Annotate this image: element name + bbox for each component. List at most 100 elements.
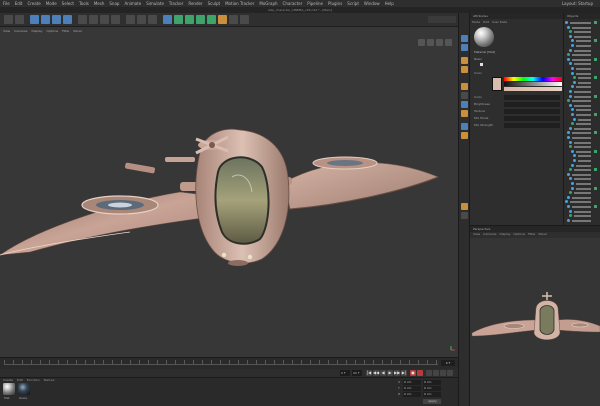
z-axis-icon[interactable] [100, 15, 109, 24]
position-x-field[interactable]: 0 cm [403, 380, 421, 385]
scale-tool-icon[interactable] [52, 15, 61, 24]
redo-icon[interactable] [15, 15, 24, 24]
goto-start-button[interactable]: |◀ [366, 370, 372, 376]
object-tree-row[interactable] [564, 117, 598, 122]
object-tree-row[interactable] [564, 126, 598, 131]
timeline-ruler[interactable] [4, 360, 438, 365]
object-tree-row[interactable] [564, 44, 598, 48]
menu-file[interactable]: File [3, 0, 10, 7]
color-spectrum[interactable] [504, 77, 562, 81]
current-frame-field[interactable]: 0 F [441, 360, 455, 366]
menu-plugins[interactable]: Plugins [328, 0, 342, 7]
object-tree-row[interactable] [564, 168, 598, 172]
object-tree-row[interactable] [564, 177, 598, 181]
brightness-gradient[interactable] [504, 82, 562, 86]
move-tool-icon[interactable] [41, 15, 50, 24]
object-tree-row[interactable] [564, 131, 598, 135]
object-tree-row[interactable] [564, 136, 598, 140]
size-y-field[interactable]: 0 cm [423, 386, 441, 391]
snap-icon[interactable] [461, 203, 468, 210]
menu-mode[interactable]: Mode [46, 0, 57, 7]
object-tree-row[interactable] [564, 205, 598, 209]
scale-icon[interactable] [461, 44, 468, 51]
material-swatch[interactable] [3, 383, 15, 395]
preview-menu-filter[interactable]: Filter [528, 232, 535, 236]
preview-menu-view[interactable]: View [473, 232, 480, 236]
material-menu-edit[interactable]: Edit [17, 378, 23, 382]
undo-icon[interactable] [4, 15, 13, 24]
material-tag-icon[interactable] [594, 113, 597, 116]
object-tree-row[interactable] [564, 48, 598, 53]
object-tree-row[interactable] [564, 108, 598, 112]
polygons-mode-icon[interactable] [461, 110, 468, 117]
coordinate-system-icon[interactable] [111, 15, 120, 24]
render-settings-icon[interactable] [148, 15, 157, 24]
object-tree-row[interactable] [564, 191, 598, 195]
texture-icon[interactable] [461, 132, 468, 139]
x-axis-icon[interactable] [78, 15, 87, 24]
cube-icon[interactable] [163, 15, 172, 24]
menu-mograph[interactable]: MoGraph [259, 0, 277, 7]
color-checkbox[interactable] [480, 63, 483, 66]
material-swatch[interactable] [18, 383, 30, 395]
object-tree-row[interactable] [564, 76, 598, 80]
main-viewport[interactable]: View Cameras Display Options Filter Panel [0, 27, 458, 357]
position-key-icon[interactable] [433, 370, 439, 376]
object-tree-row[interactable] [564, 57, 598, 62]
scale-key-icon[interactable] [440, 370, 446, 376]
object-tree-row[interactable] [564, 90, 598, 94]
model-mode-icon[interactable] [461, 83, 468, 90]
menu-snap[interactable]: Snap [109, 0, 119, 7]
pen-icon[interactable] [174, 15, 183, 24]
object-tree-row[interactable] [564, 186, 598, 191]
axis-icon[interactable] [461, 123, 468, 130]
material-tag-icon[interactable] [594, 21, 597, 24]
menu-motion-tracker[interactable]: Motion Tracker [225, 0, 254, 7]
autokey-button[interactable] [417, 370, 423, 376]
live-select-icon[interactable] [30, 15, 39, 24]
points-mode-icon[interactable] [461, 92, 468, 99]
rotate-icon[interactable] [461, 57, 468, 64]
menu-script[interactable]: Script [347, 0, 359, 7]
render-view-icon[interactable] [126, 15, 135, 24]
material-tag-icon[interactable] [594, 39, 597, 43]
material-tag-icon[interactable] [594, 94, 597, 98]
menu-tracker[interactable]: Tracker [169, 0, 183, 7]
attr-tab-edit[interactable]: Edit [483, 20, 489, 24]
y-axis-icon[interactable] [89, 15, 98, 24]
object-tree-row[interactable] [564, 172, 598, 177]
light-icon[interactable] [240, 15, 249, 24]
color-slider[interactable] [504, 87, 562, 91]
object-tree-row[interactable] [564, 53, 598, 57]
material-tag-icon[interactable] [594, 76, 597, 80]
position-y-field[interactable]: 0 cm [403, 386, 421, 391]
menu-pipeline[interactable]: Pipeline [307, 0, 323, 7]
material-tag-icon[interactable] [594, 186, 597, 190]
keyframe-selection-icon[interactable] [426, 370, 432, 376]
object-tree-row[interactable] [564, 218, 598, 223]
menu-help[interactable]: Help [385, 0, 394, 7]
object-tree-row[interactable] [564, 67, 598, 71]
preview-viewport[interactable] [470, 238, 600, 406]
object-tree-row[interactable] [564, 122, 598, 126]
object-tree-row[interactable] [564, 30, 598, 34]
menu-animate[interactable]: Animate [124, 0, 141, 7]
rotation-key-icon[interactable] [447, 370, 453, 376]
object-tree-row[interactable] [564, 195, 598, 200]
object-tree-row[interactable] [564, 39, 598, 43]
material-tag-icon[interactable] [594, 168, 597, 172]
menu-select[interactable]: Select [62, 0, 74, 7]
object-tree-row[interactable] [564, 200, 598, 204]
material-tag-icon[interactable] [594, 131, 597, 135]
material-tag-icon[interactable] [594, 205, 597, 208]
preview-menu-options[interactable]: Options [514, 232, 526, 236]
timeline[interactable]: 0 F [0, 357, 458, 369]
preview-menu-panel[interactable]: Panel [539, 232, 547, 236]
preview-menu-cameras[interactable]: Cameras [483, 232, 496, 236]
menu-simulate[interactable]: Simulate [146, 0, 164, 7]
subdivision-icon[interactable] [185, 15, 194, 24]
object-tree-row[interactable] [564, 163, 598, 168]
object-tree-row[interactable] [564, 140, 598, 145]
start-frame-field[interactable]: 0 F [340, 370, 350, 376]
toolbar-right-controls[interactable] [428, 16, 456, 23]
